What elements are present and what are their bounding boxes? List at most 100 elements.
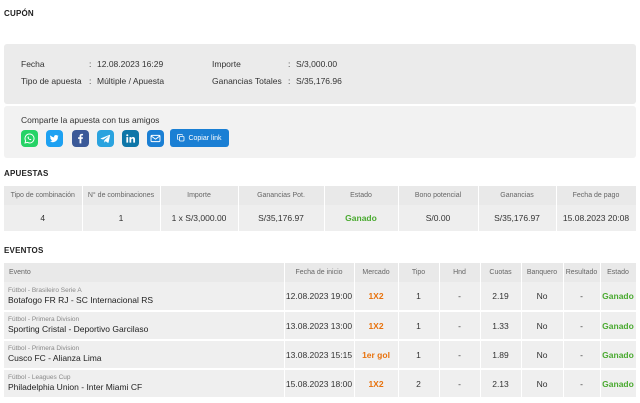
- event-league: Fútbol - Primera Division: [8, 316, 80, 323]
- col-combination-type: Tipo de combinación: [4, 186, 83, 205]
- amount-label: Importe: [212, 59, 241, 69]
- bet-status: Ganado: [324, 205, 399, 231]
- email-icon[interactable]: [147, 130, 164, 147]
- event-type: 1: [398, 311, 440, 341]
- event-result: -: [563, 340, 601, 370]
- event-market: 1X2: [354, 282, 399, 312]
- event-status: Ganado: [600, 311, 637, 341]
- event-handicap: -: [439, 369, 481, 399]
- event-match: Cusco FC - Alianza Lima: [8, 353, 102, 363]
- col-amount: Importe: [160, 186, 239, 205]
- col-odds: Cuotas: [480, 263, 522, 282]
- event-row: Fútbol - Primera Division Sporting Crist…: [4, 311, 637, 341]
- bet-combination-type: 4: [4, 205, 83, 231]
- event-match: Philadelphia Union - Inter Miami CF: [8, 382, 143, 392]
- events-title: EVENTOS: [4, 246, 44, 255]
- bet-potential-winnings: S/35,176.97: [238, 205, 325, 231]
- event-handicap: -: [439, 282, 481, 312]
- twitter-icon[interactable]: [46, 130, 63, 147]
- event-odds: 2.13: [480, 369, 522, 399]
- col-potential-winnings: Ganancias Pot.: [238, 186, 325, 205]
- coupon-summary: Fecha : 12.08.2023 16:29 Tipo de apuesta…: [4, 44, 636, 104]
- event-odds: 1.33: [480, 311, 522, 341]
- event-market: 1X2: [354, 311, 399, 341]
- event-handicap: -: [439, 340, 481, 370]
- event-market: 1X2: [354, 369, 399, 399]
- bet-type-value: Múltiple / Apuesta: [97, 76, 165, 86]
- event-match: Sporting Cristal - Deportivo Garcilaso: [8, 324, 149, 334]
- total-winnings-value: S/35,176.96: [296, 76, 342, 86]
- share-label: Comparte la apuesta con tus amigos: [21, 115, 160, 125]
- event-league: Fútbol - Brasileiro Serie A: [8, 286, 82, 294]
- event-date: 15.08.2023 18:00: [284, 369, 355, 399]
- event-type: 2: [398, 369, 440, 399]
- col-market: Mercado: [354, 263, 399, 282]
- bet-potential-bonus: S/0.00: [398, 205, 479, 231]
- event-odds: 2.19: [480, 282, 522, 312]
- col-combinations-count: N° de combinaciones: [82, 186, 161, 205]
- event-cell: Fútbol - Brasileiro Serie A Botafogo FR …: [4, 282, 285, 312]
- bet-amount: 1 x S/3,000.00: [160, 205, 239, 231]
- event-banker: No: [521, 282, 564, 312]
- col-start-date: Fecha de inicio: [284, 263, 355, 282]
- event-row: Fútbol - Leagues Cup Philadelphia Union …: [4, 369, 637, 399]
- bet-combinations-count: 1: [82, 205, 161, 231]
- col-payment-date: Fecha de pago: [556, 186, 637, 205]
- col-event: Evento: [4, 263, 285, 282]
- share-panel: Comparte la apuesta con tus amigos Copia…: [4, 106, 636, 158]
- event-type: 1: [398, 282, 440, 312]
- events-table: Evento Fecha de inicio Mercado Tipo Hnd …: [4, 263, 637, 399]
- col-handicap: Hnd: [439, 263, 481, 282]
- bet-row: 4 1 1 x S/3,000.00 S/35,176.97 Ganado S/…: [4, 205, 637, 231]
- event-date: 13.08.2023 15:15: [284, 340, 355, 370]
- event-result: -: [563, 282, 601, 312]
- event-cell: Fútbol - Primera Division Cusco FC - Ali…: [4, 340, 285, 370]
- event-status: Ganado: [600, 340, 637, 370]
- event-row: Fútbol - Primera Division Cusco FC - Ali…: [4, 340, 637, 370]
- copy-link-label: Copiar link: [188, 134, 222, 142]
- bets-table: Tipo de combinación N° de combinaciones …: [4, 186, 637, 231]
- col-type: Tipo: [398, 263, 440, 282]
- event-type: 1: [398, 340, 440, 370]
- event-result: -: [563, 311, 601, 341]
- event-banker: No: [521, 340, 564, 370]
- total-winnings-label: Ganancias Totales: [212, 76, 282, 86]
- amount-value: S/3,000.00: [296, 59, 338, 69]
- event-row: Fútbol - Brasileiro Serie A Botafogo FR …: [4, 282, 637, 312]
- bets-title: APUESTAS: [4, 169, 49, 178]
- date-value: 12.08.2023 16:29: [97, 59, 164, 69]
- total-winnings-separator: :: [288, 76, 291, 86]
- linkedin-icon[interactable]: [122, 130, 139, 147]
- amount-separator: :: [288, 59, 291, 69]
- col-banker: Banquero: [521, 263, 564, 282]
- telegram-icon[interactable]: [97, 130, 114, 147]
- event-date: 12.08.2023 19:00: [284, 282, 355, 312]
- date-separator: :: [89, 59, 92, 69]
- bets-header-row: Tipo de combinación N° de combinaciones …: [4, 186, 637, 205]
- coupon-title: CUPÓN: [4, 9, 34, 18]
- event-match: Botafogo FR RJ - SC Internacional RS: [8, 294, 154, 305]
- event-league: Fútbol - Leagues Cup: [8, 374, 71, 381]
- event-league: Fútbol - Primera Division: [8, 345, 80, 352]
- date-label: Fecha: [21, 59, 45, 69]
- event-handicap: -: [439, 311, 481, 341]
- facebook-icon[interactable]: [72, 130, 89, 147]
- event-odds: 1.89: [480, 340, 522, 370]
- event-date: 13.08.2023 13:00: [284, 311, 355, 341]
- event-cell: Fútbol - Primera Division Sporting Crist…: [4, 311, 285, 341]
- event-status: Ganado: [600, 282, 637, 312]
- col-winnings: Ganancias: [478, 186, 557, 205]
- whatsapp-icon[interactable]: [21, 130, 38, 147]
- col-event-status: Estado: [600, 263, 637, 282]
- bet-winnings: S/35,176.97: [478, 205, 557, 231]
- bet-payment-date: 15.08.2023 20:08: [556, 205, 637, 231]
- event-cell: Fútbol - Leagues Cup Philadelphia Union …: [4, 369, 285, 399]
- col-result: Resultado: [563, 263, 601, 282]
- copy-link-button[interactable]: Copiar link: [170, 129, 229, 147]
- bet-type-separator: :: [89, 76, 92, 86]
- event-result: -: [563, 369, 601, 399]
- events-header-row: Evento Fecha de inicio Mercado Tipo Hnd …: [4, 263, 637, 282]
- event-status: Ganado: [600, 369, 637, 399]
- event-banker: No: [521, 311, 564, 341]
- col-potential-bonus: Bono potencial: [398, 186, 479, 205]
